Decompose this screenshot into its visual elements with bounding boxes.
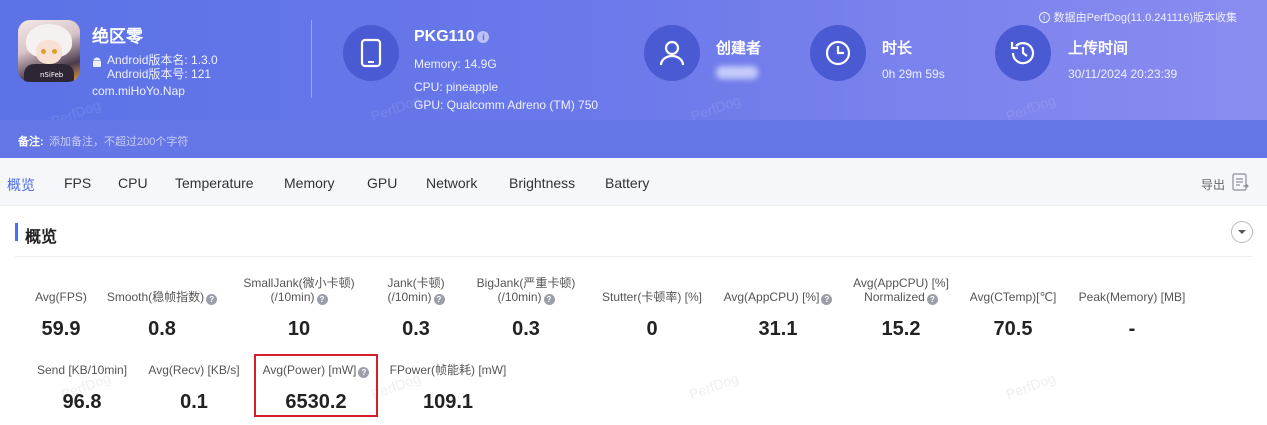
- section-divider: [15, 256, 1253, 257]
- creator-value-redacted: [716, 66, 758, 79]
- metric-label-fpower: FPower(帧能耗) [mW]: [389, 363, 507, 377]
- metric-value-big-jank: 0.3: [512, 318, 540, 340]
- metric-label-smooth: Smooth(稳帧指数)?: [106, 290, 218, 305]
- phone-icon: [343, 25, 399, 81]
- clock-icon: [810, 25, 866, 81]
- duration-label: 时长: [882, 40, 913, 57]
- tab-fps[interactable]: FPS: [64, 175, 91, 191]
- metric-label-avg-fps: Avg(FPS): [35, 290, 87, 304]
- device-gpu: GPU: Qualcomm Adreno (TM) 750: [414, 98, 599, 112]
- device-name: PKG110 i: [414, 28, 490, 46]
- android-icon: [93, 57, 101, 67]
- help-icon[interactable]: ?: [926, 294, 938, 305]
- help-icon[interactable]: ?: [206, 294, 218, 305]
- tab-memory[interactable]: Memory: [284, 175, 335, 191]
- collapse-button[interactable]: [1231, 221, 1253, 243]
- metric-label-jank: Jank(卡顿) (/10min)?: [387, 276, 445, 305]
- metric-label-stutter: Stutter(卡顿率) [%]: [601, 290, 702, 304]
- app-name: 绝区零: [92, 27, 143, 46]
- tab-cpu[interactable]: CPU: [118, 175, 148, 191]
- tab-bar: 概览 FPS CPU Temperature Memory GPU Networ…: [0, 158, 1267, 206]
- metric-value-avg-app-cpu-normalized: 15.2: [881, 318, 921, 340]
- avg-power-highlight-box: [254, 354, 378, 417]
- source-note: i 数据由PerfDog(11.0.241116)版本收集: [1038, 9, 1237, 25]
- tab-temperature[interactable]: Temperature: [175, 175, 254, 191]
- metric-value-peak-memory: -: [1128, 318, 1136, 340]
- metric-label-avg-recv: Avg(Recv) [KB/s]: [148, 363, 240, 377]
- help-icon[interactable]: ?: [543, 294, 555, 305]
- metric-value-smooth: 0.8: [148, 318, 176, 340]
- info-icon: i: [1038, 11, 1050, 23]
- user-icon: [644, 25, 700, 81]
- metric-label-send: Send [KB/10min]: [36, 363, 128, 377]
- export-button[interactable]: 导出: [1201, 176, 1225, 193]
- report-header: PerfDog PerfDog PerfDog PerfDog nSiFeb 绝…: [0, 0, 1267, 129]
- metric-label-avg-ctemp: Avg(CTemp)[℃]: [969, 290, 1057, 304]
- package-name: com.miHoYo.Nap: [92, 84, 185, 98]
- metric-value-avg-recv: 0.1: [180, 391, 208, 413]
- notes-input[interactable]: 添加备注，不超过200个字符: [49, 133, 188, 149]
- section-title: 概览: [25, 229, 58, 246]
- metric-value-avg-app-cpu: 31.1: [758, 318, 798, 340]
- upload-time-value: 30/11/2024 20:23:39: [1068, 67, 1178, 81]
- metric-value-send: 96.8: [62, 391, 102, 413]
- tab-battery[interactable]: Battery: [605, 175, 649, 191]
- metric-value-avg-ctemp: 70.5: [993, 318, 1033, 340]
- metric-label-avg-app-cpu: Avg(AppCPU) [%]?: [720, 290, 836, 305]
- duration-value: 0h 29m 59s: [882, 67, 945, 81]
- metric-value-jank: 0.3: [402, 318, 430, 340]
- help-icon[interactable]: ?: [821, 294, 833, 305]
- history-icon: [995, 25, 1051, 81]
- metric-value-small-jank: 10: [287, 318, 311, 340]
- metric-value-fpower: 109.1: [422, 391, 474, 413]
- help-icon[interactable]: ?: [316, 294, 328, 305]
- metric-value-avg-fps: 59.9: [41, 318, 81, 340]
- notes-label: 备注:: [18, 136, 44, 148]
- notes-bar: 备注: 添加备注，不超过200个字符: [0, 120, 1267, 158]
- export-icon[interactable]: [1232, 173, 1249, 191]
- metric-label-avg-app-cpu-normalized: Avg(AppCPU) [%] Normalized?: [853, 276, 949, 305]
- app-icon-tag: nSiFeb: [40, 71, 64, 79]
- creator-label: 创建者: [716, 40, 762, 57]
- metric-label-big-jank: BigJank(严重卡顿) (/10min)?: [476, 276, 576, 305]
- header-divider: [311, 20, 312, 98]
- tab-brightness[interactable]: Brightness: [509, 175, 575, 191]
- upload-time-label: 上传时间: [1068, 40, 1129, 57]
- tab-gpu[interactable]: GPU: [367, 175, 397, 191]
- metric-value-stutter: 0: [646, 318, 658, 340]
- tab-network[interactable]: Network: [426, 175, 477, 191]
- metric-label-peak-memory: Peak(Memory) [MB]: [1078, 290, 1186, 304]
- device-memory: Memory: 14.9G: [414, 57, 497, 71]
- section-accent-bar: [15, 223, 18, 241]
- device-cpu: CPU: pineapple: [414, 80, 499, 94]
- metric-label-small-jank: SmallJank(微小卡顿) (/10min)?: [243, 276, 355, 305]
- tab-overview[interactable]: 概览: [7, 175, 35, 195]
- help-icon[interactable]: ?: [433, 294, 445, 305]
- watermark: PerfDog: [686, 369, 741, 403]
- android-version-code: Android版本号: 121: [107, 67, 212, 81]
- app-icon: nSiFeb: [18, 20, 80, 82]
- watermark: PerfDog: [1003, 369, 1058, 403]
- info-icon[interactable]: i: [477, 30, 490, 43]
- chevron-down-icon: [1238, 230, 1246, 234]
